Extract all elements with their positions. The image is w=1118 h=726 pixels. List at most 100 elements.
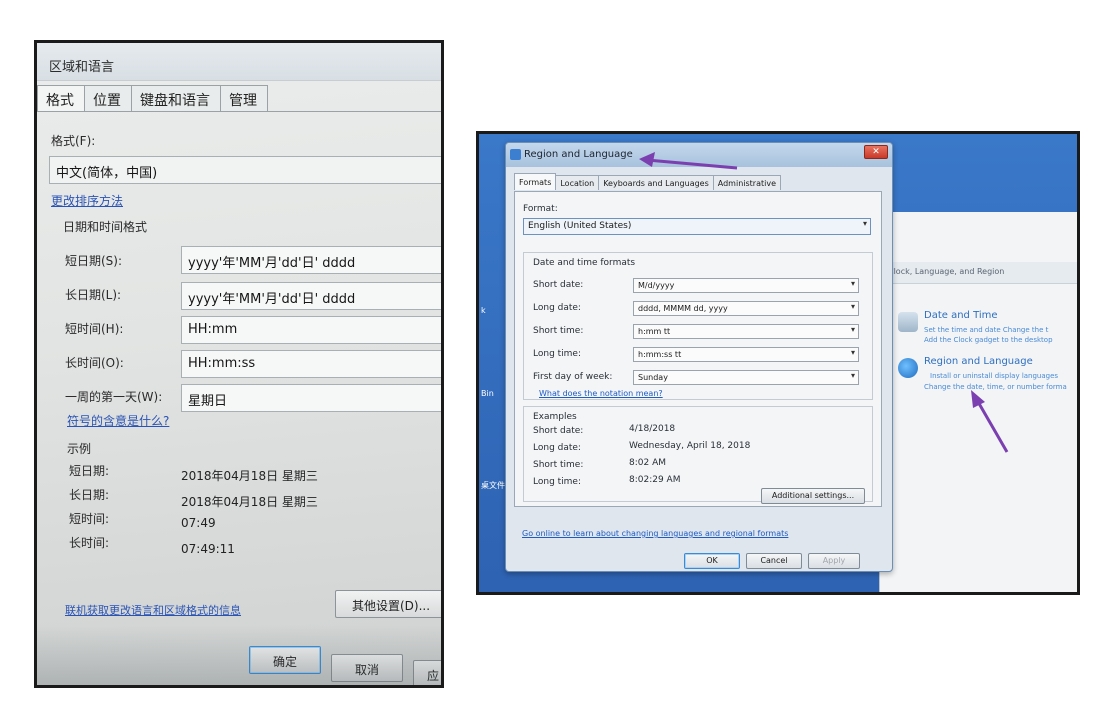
tab-location[interactable]: Location [555,175,600,190]
chevron-down-icon: ▾ [850,348,855,357]
example-long-time-value: 07:49:11 [181,542,235,556]
control-panel-window: Clock, Language, and Region Date and Tim… [879,212,1077,592]
long-time-label: Long time: [533,349,582,359]
example-short-date-label: Short date: [533,426,584,436]
additional-settings-button[interactable]: 其他设置(D)... [335,590,441,618]
datetime-section-label: Date and time formats [533,258,636,268]
long-date-select[interactable]: dddd, MMMM dd, yyyy ▾ [633,301,859,316]
example-short-time-value: 07:49 [181,516,216,530]
format-select[interactable]: 中文(简体，中国) [49,156,441,184]
change-formats-link[interactable]: Change the date, time, or number forma [924,383,1067,391]
short-date-select[interactable]: M/d/yyyy ▾ [633,278,859,293]
desktop-label-files: 桌文件 [481,481,505,490]
first-day-select[interactable]: 星期日 [181,384,441,412]
short-date-select[interactable]: yyyy'年'MM'月'dd'日' dddd [181,246,441,274]
cancel-button[interactable]: Cancel [746,553,802,569]
region-language-title[interactable]: Region and Language [924,356,1033,367]
additional-settings-button[interactable]: Additional settings... [761,488,865,504]
long-time-select[interactable]: h:mm:ss tt ▾ [633,347,859,362]
change-sort-link[interactable]: 更改排序方法 [51,192,123,209]
tab-administrative[interactable]: 管理 [220,85,268,111]
example-long-date-value: 2018年04月18日 星期三 [181,495,318,509]
tab-strip: Formats Location Keyboards and Languages… [514,173,781,190]
example-short-date-value: 2018年04月18日 星期三 [181,469,318,483]
first-day-value: Sunday [638,373,668,382]
short-date-label: 短日期(S): [65,254,123,268]
long-date-label: 长日期(L): [65,288,122,302]
example-long-date-label: Long date: [533,443,581,453]
short-date-label: Short date: [533,280,584,290]
english-dialog-photo: k Bin 桌文件 Clock, Language, and Region Da… [476,131,1080,595]
title-bar: 区域和语言 [37,43,441,81]
tab-administrative[interactable]: Administrative [712,175,781,190]
format-label: Format: [523,204,558,214]
globe-icon [898,358,918,378]
example-short-time-label: 短时间: [69,512,110,526]
example-short-time-label: Short time: [533,460,584,470]
example-long-time-value: 8:02:29 AM [629,475,681,485]
example-short-date-label: 短日期: [69,464,110,478]
datetime-section-label: 日期和时间格式 [63,220,148,234]
long-date-value: dddd, MMMM dd, yyyy [638,304,728,313]
breadcrumb: Clock, Language, and Region [888,267,1005,276]
chevron-down-icon: ▾ [850,279,855,288]
globe-icon [510,149,521,160]
first-day-select[interactable]: Sunday ▾ [633,370,859,385]
format-value: English (United States) [528,221,632,231]
notation-link[interactable]: What does the notation mean? [539,389,663,398]
formats-panel: 格式(F): 中文(简体，中国) 更改排序方法 日期和时间格式 短日期(S): … [37,111,441,685]
long-time-select[interactable]: HH:mm:ss [181,350,441,378]
example-long-time-label: Long time: [533,477,582,487]
example-long-date-value: Wednesday, April 18, 2018 [629,441,751,451]
install-languages-link[interactable]: Install or uninstall display languages [930,372,1058,380]
examples-label: Examples [533,412,577,422]
chevron-down-icon: ▾ [850,371,855,380]
tab-formats[interactable]: 格式 [37,85,85,111]
region-language-dialog: Region and Language ✕ Formats Location K… [505,142,893,572]
short-time-value: h:mm tt [638,327,671,336]
examples-label: 示例 [67,442,92,456]
short-time-select[interactable]: h:mm tt ▾ [633,324,859,339]
window-title: 区域和语言 [49,60,115,75]
clock-gadget-link[interactable]: Add the Clock gadget to the desktop [924,336,1053,344]
chevron-down-icon: ▾ [862,219,867,228]
formats-panel: Format: English (United States) ▾ Date a… [514,191,882,507]
format-label: 格式(F): [51,134,96,148]
tab-keyboards[interactable]: 键盘和语言 [131,85,221,111]
window-title: Region and Language [524,149,633,160]
date-time-title[interactable]: Date and Time [924,310,998,321]
short-time-label: Short time: [533,326,584,336]
tab-location[interactable]: 位置 [84,85,132,111]
example-short-date-value: 4/18/2018 [629,424,676,434]
format-select[interactable]: English (United States) ▾ [523,218,871,235]
tab-strip: 格式 位置 键盘和语言 管理 [37,85,268,111]
example-short-time-value: 8:02 AM [629,458,666,468]
long-date-select[interactable]: yyyy'年'MM'月'dd'日' dddd [181,282,441,310]
photo-shadow [37,625,441,685]
apply-button[interactable]: Apply [808,553,860,569]
short-time-select[interactable]: HH:mm [181,316,441,344]
clock-icon [898,312,918,332]
long-time-value: h:mm:ss tt [638,350,682,359]
title-bar: Region and Language ✕ [506,143,892,167]
chevron-down-icon: ▾ [850,325,855,334]
tab-formats[interactable]: Formats [514,173,557,190]
example-long-date-label: 长日期: [69,488,110,502]
chevron-down-icon: ▾ [850,302,855,311]
long-date-label: Long date: [533,303,581,313]
close-icon[interactable]: ✕ [864,145,888,159]
desktop-label-k: k [481,306,486,315]
date-time-links[interactable]: Set the time and date Change the t [924,326,1048,334]
online-info-link[interactable]: 联机获取更改语言和区域格式的信息 [65,602,241,618]
ok-button[interactable]: OK [684,553,740,569]
short-date-value: M/d/yyyy [638,281,675,290]
short-time-label: 短时间(H): [65,322,124,336]
notation-link[interactable]: 符号的含意是什么? [67,412,169,429]
example-long-time-label: 长时间: [69,536,110,550]
online-info-link[interactable]: Go online to learn about changing langua… [522,529,788,538]
first-day-label: First day of week: [533,372,613,382]
desktop-label-bin: Bin [481,389,494,398]
tab-keyboards[interactable]: Keyboards and Languages [598,175,714,190]
long-time-label: 长时间(O): [65,356,124,370]
chinese-dialog-photo: 区域和语言 格式 位置 键盘和语言 管理 格式(F): 中文(简体，中国) 更改… [34,40,444,688]
